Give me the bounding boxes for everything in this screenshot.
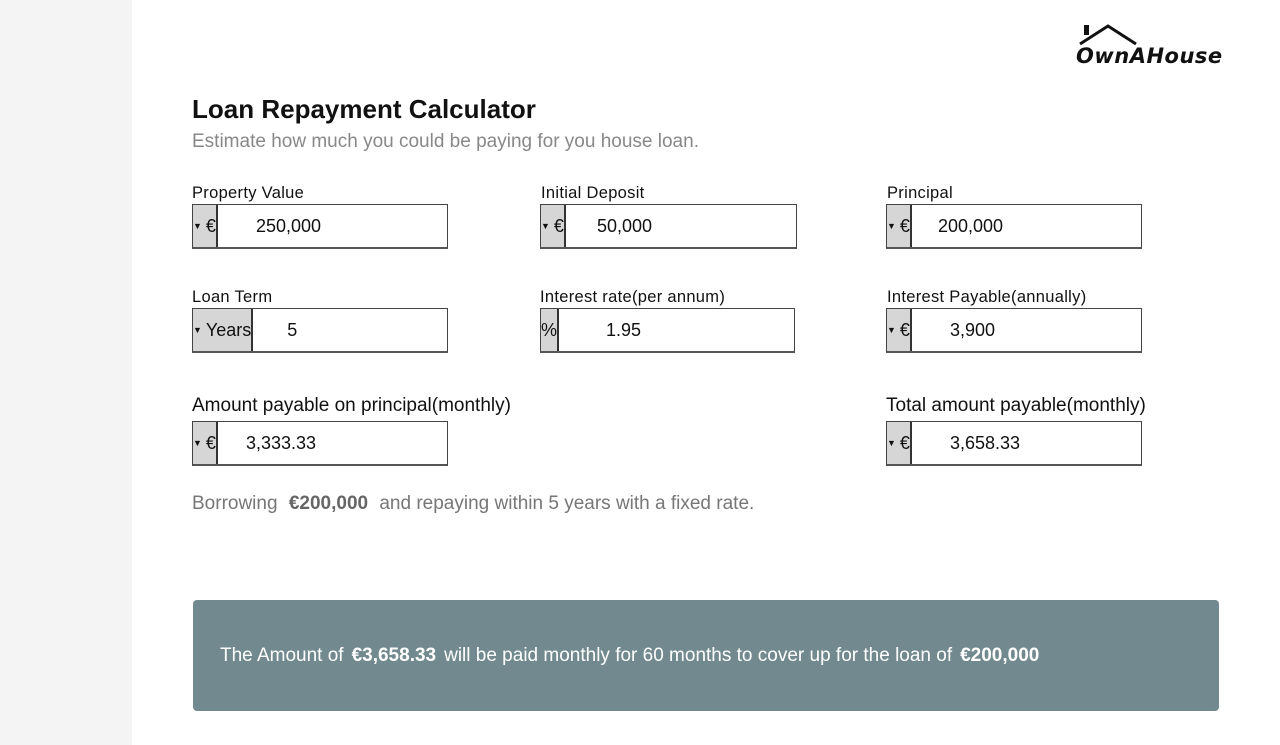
caret-down-icon: ▼ [887, 325, 896, 335]
page-title: Loan Repayment Calculator [192, 94, 536, 124]
property-value-label: Property Value [192, 184, 305, 202]
property-value-field: ▼ € [192, 204, 490, 249]
initial-deposit-field: ▼ € [540, 204, 831, 249]
banner-monthly-amount: €3,658.33 [351, 644, 437, 666]
initial-deposit-currency-select[interactable]: ▼ € [541, 205, 566, 247]
total-monthly-label: Total amount payable(monthly) [886, 395, 1146, 416]
interest-payable-currency-select[interactable]: ▼ € [887, 309, 912, 351]
principal-currency-select[interactable]: ▼ € [887, 205, 912, 247]
caret-down-icon: ▼ [193, 325, 202, 335]
page-subtitle: Estimate how much you could be paying fo… [192, 131, 699, 152]
interest-rate-label: Interest rate(per annum) [540, 288, 726, 306]
caret-down-icon: ▼ [887, 221, 896, 231]
banner-loan-amount: €200,000 [960, 644, 1040, 666]
principal-monthly-label: Amount payable on principal(monthly) [192, 395, 511, 416]
property-value-input[interactable] [217, 205, 490, 247]
loan-term-input[interactable] [253, 309, 522, 351]
total-monthly-field: ▼ € [886, 421, 1184, 466]
loan-term-label: Loan Term [192, 288, 273, 306]
left-sidebar [0, 0, 132, 745]
house-roof-icon [1079, 24, 1137, 46]
total-monthly-input[interactable] [911, 422, 1184, 464]
result-banner: The Amount of €3,658.33 will be paid mon… [193, 600, 1219, 711]
brand-name: OwnAHouse [1076, 44, 1223, 68]
brand-logo[interactable]: OwnAHouse [1074, 22, 1224, 72]
loan-summary: Borrowing €200,000 and repaying within 5… [192, 493, 755, 514]
initial-deposit-input[interactable] [565, 205, 831, 247]
caret-down-icon: ▼ [887, 438, 896, 448]
principal-monthly-field: ▼ € [192, 421, 480, 466]
interest-rate-input[interactable] [559, 309, 841, 351]
principal-field: ▼ € [886, 204, 1172, 249]
property-value-currency-select[interactable]: ▼ € [193, 205, 218, 247]
initial-deposit-label: Initial Deposit [541, 184, 645, 202]
interest-rate-field: % [540, 308, 841, 353]
principal-input[interactable] [911, 205, 1172, 247]
caret-down-icon: ▼ [193, 438, 202, 448]
interest-payable-field: ▼ € [886, 308, 1184, 353]
loan-term-unit-select[interactable]: ▼ Years [193, 309, 254, 351]
interest-payable-input[interactable] [911, 309, 1184, 351]
principal-label: Principal [887, 184, 953, 202]
total-monthly-currency-select[interactable]: ▼ € [887, 422, 912, 464]
caret-down-icon: ▼ [541, 221, 550, 231]
principal-monthly-input[interactable] [217, 422, 480, 464]
loan-term-field: ▼ Years [192, 308, 522, 353]
percent-icon: % [541, 309, 560, 351]
principal-monthly-currency-select[interactable]: ▼ € [193, 422, 218, 464]
interest-payable-label: Interest Payable(annually) [887, 288, 1087, 306]
caret-down-icon: ▼ [193, 221, 202, 231]
summary-amount: €200,000 [288, 493, 369, 514]
